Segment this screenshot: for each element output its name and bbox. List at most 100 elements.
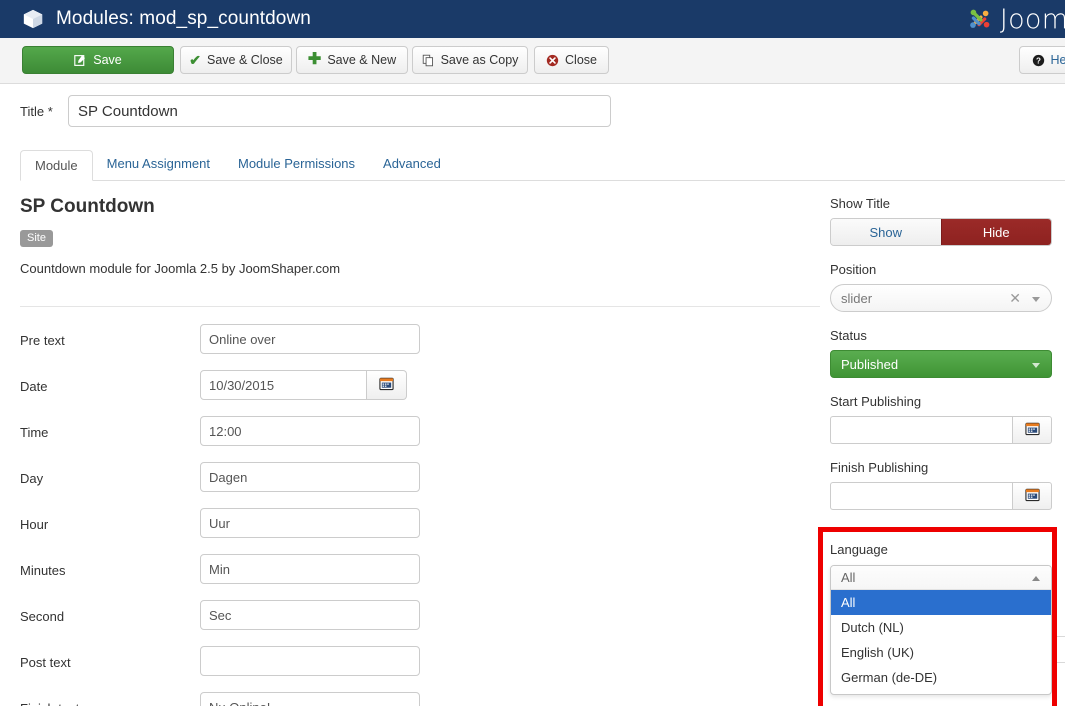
start-publishing-field <box>830 416 1052 444</box>
title-input[interactable] <box>68 95 611 127</box>
tab-module[interactable]: Module <box>20 150 93 181</box>
status-value: Published <box>841 357 898 372</box>
finish-publishing-field <box>830 482 1052 510</box>
field-row-pre-text: Pre text <box>20 324 820 370</box>
show-title-toggle: Show Hide <box>830 218 1052 246</box>
joomla-mark-icon <box>965 4 995 34</box>
joomla-module-editor: Modules: mod_sp_countdown Joomla <box>0 0 1065 706</box>
save-as-copy-button[interactable]: Save as Copy <box>412 46 528 74</box>
field-row-date: Date <box>20 370 820 416</box>
save-and-new-label: Save & New <box>327 53 396 67</box>
finish-publishing-calendar-button[interactable] <box>1012 482 1052 510</box>
language-options-list: All Dutch (NL) English (UK) German (de-D… <box>831 590 1051 694</box>
tab-bar: Module Menu Assignment Module Permission… <box>20 149 1065 181</box>
hour-input[interactable] <box>200 508 420 538</box>
date-input[interactable] <box>200 370 367 400</box>
tab-advanced[interactable]: Advanced <box>369 149 455 180</box>
help-button-label: He <box>1051 53 1065 67</box>
joomla-wordmark: Joomla <box>1000 4 1065 35</box>
save-and-close-label: Save & Close <box>207 53 283 67</box>
show-title-hide-button[interactable]: Hide <box>941 219 1052 245</box>
day-label: Day <box>20 471 43 486</box>
minutes-input[interactable] <box>200 554 420 584</box>
finish-text-label: Finish text <box>20 701 79 706</box>
tab-module-permissions[interactable]: Module Permissions <box>224 149 369 180</box>
second-label: Second <box>20 609 64 624</box>
day-input[interactable] <box>200 462 420 492</box>
language-option-dutch[interactable]: Dutch (NL) <box>831 615 1051 640</box>
module-description: Countdown module for Joomla 2.5 by JoomS… <box>20 261 820 276</box>
app-header: Modules: mod_sp_countdown Joomla <box>0 0 1065 38</box>
save-button[interactable]: Save <box>22 46 174 74</box>
field-row-finish-text: Finish text <box>20 692 820 706</box>
close-circle-icon <box>546 54 559 67</box>
show-title-show-button[interactable]: Show <box>831 219 941 245</box>
chevron-up-icon <box>1032 576 1040 581</box>
show-title-group: Show Title Show Hide <box>830 196 1052 246</box>
title-row: Title * <box>0 95 1065 131</box>
module-info-panel: SP Countdown Site Countdown module for J… <box>20 196 820 276</box>
field-row-time: Time <box>20 416 820 462</box>
date-label: Date <box>20 379 47 394</box>
language-selected-value-row[interactable]: All <box>831 566 1051 590</box>
finish-publishing-label: Finish Publishing <box>830 460 1052 475</box>
start-publishing-group: Start Publishing <box>830 394 1052 444</box>
title-label: Title * <box>20 104 53 119</box>
language-select-wrap: All All Dutch (NL) English (UK) German (… <box>830 565 1052 695</box>
chevron-down-icon <box>1032 363 1040 368</box>
calendar-icon <box>1025 421 1040 439</box>
position-group: Position slider ✕ <box>830 262 1052 312</box>
edit-pencil-icon <box>74 54 87 67</box>
status-select[interactable]: Published <box>830 350 1052 378</box>
pre-text-input[interactable] <box>200 324 420 354</box>
toolbar: Save ✔ Save & Close ✚ Save & New Save as… <box>0 38 1065 84</box>
finish-publishing-input[interactable] <box>830 482 1012 510</box>
start-publishing-label: Start Publishing <box>830 394 1052 409</box>
show-title-label: Show Title <box>830 196 1052 211</box>
finish-publishing-group: Finish Publishing <box>830 460 1052 510</box>
field-row-hour: Hour <box>20 508 820 554</box>
field-row-second: Second <box>20 600 820 646</box>
module-params-form: Pre text Date <box>20 324 820 706</box>
second-input[interactable] <box>200 600 420 630</box>
joomla-logo-icon: Joomla <box>965 2 1065 36</box>
svg-text:?: ? <box>1036 56 1041 65</box>
divider <box>20 306 820 307</box>
check-icon: ✔ <box>189 52 201 69</box>
start-publishing-calendar-button[interactable] <box>1012 416 1052 444</box>
close-button[interactable]: Close <box>534 46 609 74</box>
save-and-new-button[interactable]: ✚ Save & New <box>296 46 408 74</box>
position-label: Position <box>830 262 1052 277</box>
status-group: Status Published <box>830 328 1052 378</box>
minutes-label: Minutes <box>20 563 66 578</box>
hour-label: Hour <box>20 517 48 532</box>
help-button[interactable]: ? He <box>1019 46 1065 74</box>
language-current-value: All <box>841 570 855 585</box>
save-and-close-button[interactable]: ✔ Save & Close <box>180 46 292 74</box>
header-title-wrap: Modules: mod_sp_countdown <box>0 8 311 30</box>
post-text-input[interactable] <box>200 646 420 676</box>
language-option-german[interactable]: German (de-DE) <box>831 665 1051 690</box>
page-title: Modules: mod_sp_countdown <box>56 8 311 30</box>
language-option-all[interactable]: All <box>831 590 1051 615</box>
date-calendar-button[interactable] <box>367 370 407 400</box>
time-label: Time <box>20 425 48 440</box>
tab-menu-assignment[interactable]: Menu Assignment <box>93 149 224 180</box>
clear-x-icon[interactable]: ✕ <box>1009 291 1021 305</box>
time-input[interactable] <box>200 416 420 446</box>
language-label-wrap: Language <box>830 542 888 564</box>
finish-text-input[interactable] <box>200 692 420 706</box>
language-option-english[interactable]: English (UK) <box>831 640 1051 665</box>
post-text-label: Post text <box>20 655 71 670</box>
close-button-label: Close <box>565 53 597 67</box>
module-options-sidebar: Show Title Show Hide Position slider ✕ S… <box>830 196 1052 526</box>
status-label: Status <box>830 328 1052 343</box>
start-publishing-input[interactable] <box>830 416 1012 444</box>
save-button-label: Save <box>93 53 122 67</box>
plus-icon: ✚ <box>308 52 321 68</box>
language-select-open[interactable]: All All Dutch (NL) English (UK) German (… <box>830 565 1052 695</box>
position-select[interactable]: slider ✕ <box>830 284 1052 312</box>
language-label: Language <box>830 542 888 557</box>
field-row-minutes: Minutes <box>20 554 820 600</box>
position-value: slider <box>841 291 872 306</box>
